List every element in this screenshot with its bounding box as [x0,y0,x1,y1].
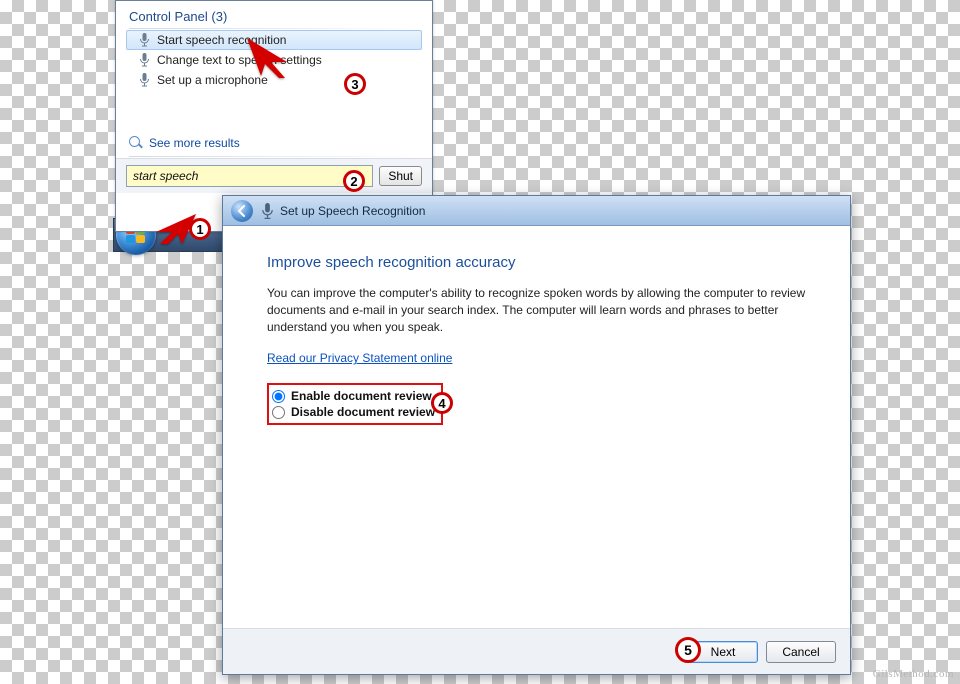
divider [129,28,419,29]
step-callout-4: 4 [431,392,453,414]
microphone-icon [139,73,150,87]
divider [129,156,419,157]
step-callout-1: 1 [189,218,211,240]
start-menu-search-input[interactable] [126,165,373,187]
result-label: Change text to speech settings [157,53,322,67]
radio-disable-label: Disable document review [291,405,435,419]
results-group-header: Control Panel (3) [116,1,432,28]
watermark: GilsMethod.com [873,668,954,680]
see-more-results[interactable]: See more results [116,130,432,156]
step-callout-3: 3 [344,73,366,95]
radio-disable-input[interactable] [272,406,285,419]
step-callout-5: 5 [675,637,701,663]
speech-recognition-wizard: Set up Speech Recognition Improve speech… [222,195,851,675]
document-review-radio-group: Enable document review Disable document … [267,383,443,425]
microphone-icon [139,53,150,67]
privacy-statement-link[interactable]: Read our Privacy Statement online [267,351,452,365]
radio-enable-label: Enable document review [291,389,432,403]
search-icon [129,136,143,150]
search-row: Shut [116,158,432,193]
microphone-icon [261,203,274,219]
wizard-heading: Improve speech recognition accuracy [267,254,806,271]
wizard-title-text: Set up Speech Recognition [280,204,425,218]
radio-disable-document-review[interactable]: Disable document review [272,404,435,420]
tutorial-pointer-icon [247,38,293,83]
radio-enable-input[interactable] [272,390,285,403]
microphone-icon [139,33,150,47]
wizard-body: Improve speech recognition accuracy You … [223,226,850,628]
step-callout-2: 2 [343,170,365,192]
back-button[interactable] [231,200,253,222]
see-more-label: See more results [149,136,240,150]
cancel-button[interactable]: Cancel [766,641,836,663]
wizard-footer: Next Cancel [223,628,850,674]
wizard-titlebar: Set up Speech Recognition [223,196,850,226]
radio-enable-document-review[interactable]: Enable document review [272,388,435,404]
wizard-description: You can improve the computer's ability t… [267,285,806,335]
shutdown-button[interactable]: Shut [379,166,422,186]
